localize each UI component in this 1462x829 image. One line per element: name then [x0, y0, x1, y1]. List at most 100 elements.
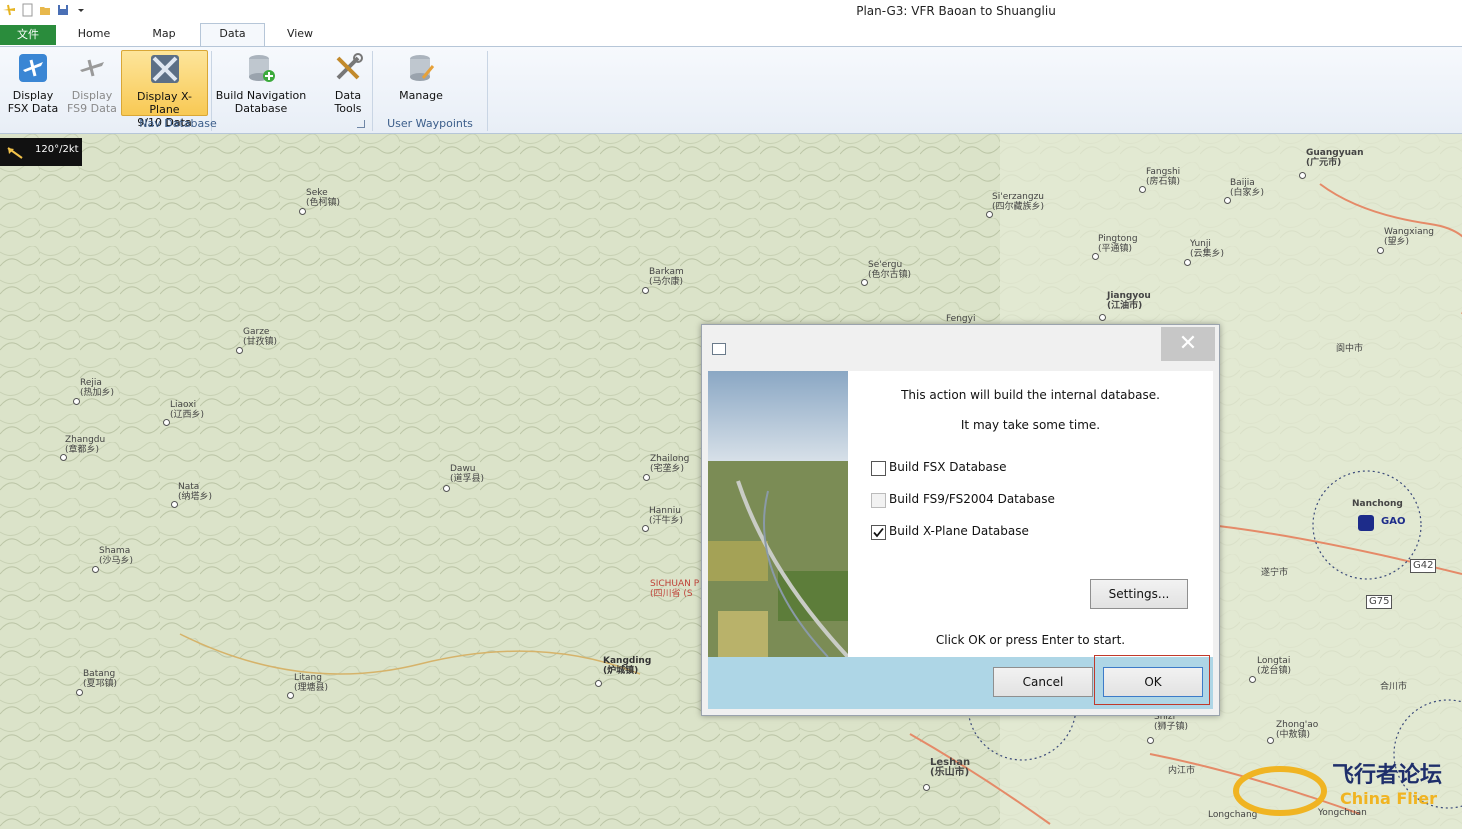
display-fs9-label-2: FS9 Data	[67, 102, 117, 115]
tab-map[interactable]: Map	[136, 24, 192, 45]
tab-file[interactable]: 文件	[0, 25, 56, 45]
group-label-nav-database: Nav Database	[139, 117, 217, 130]
dialog-footer: Cancel OK	[708, 655, 1213, 709]
city-label: Hanniu (汗牛乡)	[649, 506, 684, 526]
ok-button[interactable]: OK	[1103, 667, 1203, 697]
display-fsx-data-button[interactable]: Display FSX Data	[6, 50, 60, 115]
city-marker[interactable]	[236, 347, 243, 354]
ribbon-separator	[372, 51, 373, 131]
vor-label: GAO	[1381, 516, 1406, 527]
city-marker[interactable]	[1249, 676, 1256, 683]
cancel-button[interactable]: Cancel	[993, 667, 1093, 697]
city-marker[interactable]	[986, 211, 993, 218]
data-tools-button[interactable]: Data Tools	[326, 50, 370, 115]
build-navigation-database-button[interactable]: Build Navigation Database	[214, 50, 308, 115]
group-dialog-launcher-icon[interactable]	[357, 120, 365, 128]
wind-indicator: 120°/2kt	[0, 138, 82, 166]
ribbon-separator	[487, 51, 488, 131]
city-label: Seke (色柯镇)	[306, 188, 341, 208]
city-marker[interactable]	[1377, 247, 1384, 254]
city-label: Leshan (乐山市)	[930, 757, 971, 778]
city-label: Zhailong (宅垄乡)	[650, 454, 690, 474]
build-fsx-checkbox[interactable]	[871, 461, 886, 476]
city-marker[interactable]	[1139, 186, 1146, 193]
tab-data[interactable]: Data	[200, 23, 265, 48]
highway-shield: G75	[1366, 595, 1393, 609]
city-marker[interactable]	[1184, 259, 1191, 266]
city-label: Garze (甘孜镇)	[243, 327, 278, 347]
ribbon: Display FSX Data Display FS9 Data Displa…	[0, 46, 1462, 135]
build-fs9-checkbox	[871, 493, 886, 508]
city-marker[interactable]	[1147, 737, 1154, 744]
dialog-app-icon	[712, 343, 726, 355]
city-marker[interactable]	[287, 692, 294, 699]
city-label: Si'erzangzu (四尔藏族乡)	[992, 192, 1045, 212]
settings-button[interactable]: Settings...	[1090, 579, 1188, 609]
city-marker[interactable]	[642, 525, 649, 532]
checkmark-icon	[873, 527, 884, 538]
city-label: Dawu (道孚县)	[450, 464, 485, 484]
city-label: Kangding (炉城镇)	[603, 656, 652, 676]
build-nav-label-1: Build Navigation	[215, 89, 307, 102]
city-marker[interactable]	[643, 474, 650, 481]
display-fsx-label-2: FSX Data	[7, 102, 59, 115]
city-marker[interactable]	[861, 279, 868, 286]
xplane-icon	[150, 55, 179, 83]
build-nav-label-2: Database	[234, 102, 288, 115]
city-marker[interactable]	[73, 398, 80, 405]
wind-readout: 120°/2kt	[35, 144, 79, 155]
city-label: Yunji (云集乡)	[1190, 239, 1225, 259]
city-marker[interactable]	[1299, 172, 1306, 179]
city-marker[interactable]	[642, 287, 649, 294]
city-label: Litang (理塘县)	[294, 673, 329, 693]
city-label: Fangshi (房石镇)	[1146, 167, 1181, 187]
tab-view[interactable]: View	[272, 24, 328, 45]
city-marker[interactable]	[92, 566, 99, 573]
city-label: Longtai (龙台镇)	[1257, 656, 1292, 676]
city-marker[interactable]	[171, 501, 178, 508]
city-marker[interactable]	[299, 208, 306, 215]
city-marker[interactable]	[1224, 197, 1231, 204]
tab-home[interactable]: Home	[66, 24, 122, 45]
city-marker[interactable]	[1267, 737, 1274, 744]
data-tools-label-2: Tools	[334, 102, 362, 115]
city-label: Wangxiang (望乡)	[1384, 227, 1435, 247]
highway-shield: G42	[1410, 559, 1437, 573]
city-marker[interactable]	[163, 419, 170, 426]
display-fsx-label-1: Display	[12, 89, 54, 102]
vor-station-icon[interactable]	[1358, 515, 1374, 531]
database-edit-icon	[410, 55, 435, 81]
city-marker[interactable]	[1099, 314, 1106, 321]
aerial-photo-image	[708, 371, 848, 657]
city-label: Shama (沙马乡)	[99, 546, 134, 566]
manage-label: Manage	[399, 89, 443, 102]
city-label: 遂宁市	[1261, 568, 1289, 578]
display-fs9-data-button[interactable]: Display FS9 Data	[66, 50, 118, 115]
ribbon-tabs: 文件 Home Map Data View	[0, 22, 1462, 48]
fsx-plane-icon	[19, 54, 47, 82]
city-marker[interactable]	[443, 485, 450, 492]
close-button[interactable]: ✕	[1161, 327, 1215, 361]
wind-arrow-icon	[7, 147, 23, 159]
watermark-emblem-icon	[1233, 766, 1327, 816]
city-marker[interactable]	[1092, 253, 1099, 260]
city-marker[interactable]	[76, 689, 83, 696]
display-xplane-data-button[interactable]: Display X-Plane 9/10 Data	[121, 50, 208, 129]
data-tools-label-1: Data	[334, 89, 362, 102]
city-label: Barkam (马尔康)	[649, 267, 684, 287]
build-xplane-checkbox[interactable]	[871, 525, 886, 540]
city-label: Baijia (白家乡)	[1230, 178, 1265, 198]
city-label: 内江市	[1168, 766, 1196, 776]
tools-icon	[336, 53, 363, 80]
province-label: SICHUAN P (四川省 (S	[650, 579, 700, 599]
city-marker[interactable]	[923, 784, 930, 791]
build-xplane-label: Build X-Plane Database	[889, 524, 1029, 538]
build-database-dialog: ✕ This action will build the internal da…	[701, 324, 1220, 716]
manage-waypoints-button[interactable]: Manage	[392, 50, 450, 114]
city-label: Jiangyou (江油市)	[1107, 291, 1151, 311]
dialog-message-1: This action will build the internal data…	[901, 388, 1160, 402]
city-marker[interactable]	[60, 454, 67, 461]
city-label: Fengyi	[946, 314, 976, 324]
city-label: Batang (夏邛镇)	[83, 669, 118, 689]
city-marker[interactable]	[595, 680, 602, 687]
